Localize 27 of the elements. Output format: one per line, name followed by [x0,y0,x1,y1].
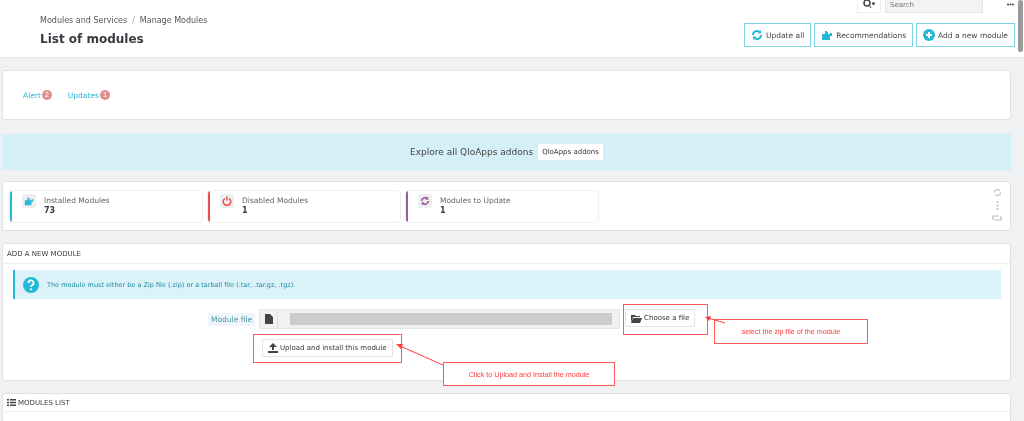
more-icon[interactable] [1007,3,1014,6]
file-icon [264,314,273,324]
list-icon [7,399,16,406]
folder-icon [631,313,643,323]
breadcrumb-separator: / [132,16,135,25]
stat-icon [22,193,36,208]
search-icon[interactable] [857,0,881,13]
help-icon [23,276,39,293]
breadcrumb-item[interactable]: Modules and Services [40,16,128,25]
banner-text: Explore all QloApps addons [410,147,534,157]
stat-icon [418,193,432,208]
file-field[interactable] [259,309,621,329]
annotation-arrow [705,316,726,324]
page-title: List of modules [40,32,145,46]
upload-icon [268,343,278,353]
refresh-icon[interactable] [992,188,1002,197]
repeat-icon[interactable] [992,214,1002,222]
stat-icon [220,193,234,208]
annotation-arrow [396,344,444,366]
stat-value: 1 [242,205,249,217]
stat-value: 1 [440,205,447,217]
plus-circle-icon [923,29,936,41]
scrollbar-thumb[interactable] [1018,0,1023,52]
stat-value: 73 [44,205,57,217]
puzzle-icon [821,29,834,41]
refresh-icon [751,29,763,41]
breadcrumb-item[interactable]: Manage Modules [139,16,208,25]
